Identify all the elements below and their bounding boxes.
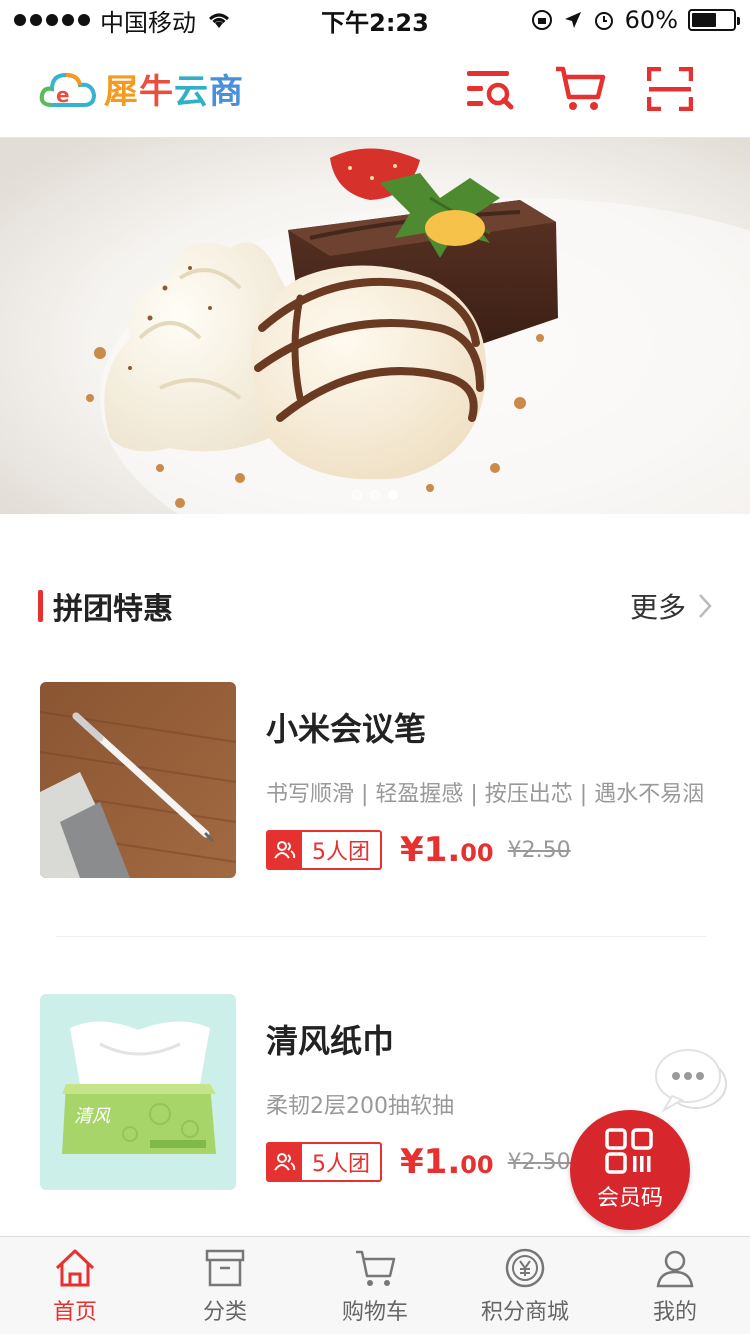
tab-profile[interactable]: 我的: [600, 1237, 750, 1334]
list-divider: [56, 936, 706, 937]
more-label: 更多: [629, 591, 686, 624]
original-price: ¥2.50: [507, 1149, 571, 1175]
logo-text: 犀牛云商: [104, 64, 244, 113]
logo-char: 牛: [139, 72, 174, 112]
sale-price: ¥1. 00: [400, 830, 494, 870]
tab-label: 积分商城: [480, 1299, 569, 1325]
carrier-label: 中国移动: [100, 8, 196, 37]
logo-char: 犀: [104, 72, 139, 112]
banner-carousel[interactable]: [0, 138, 750, 514]
wifi-icon: [209, 13, 229, 28]
app-logo: e 犀牛云商: [38, 64, 244, 113]
location-icon: [564, 12, 581, 28]
battery-percent: 60%: [624, 6, 678, 34]
product-info: 小米会议笔 书写顺滑 | 轻盈握感 | 按压出芯 | 遇水不易洇 5人团 ¥1.…: [266, 682, 712, 878]
battery-icon: [688, 9, 740, 31]
tab-cart[interactable]: 购物车: [300, 1237, 450, 1334]
price-dec: 00: [460, 1151, 494, 1179]
scan-button[interactable]: [644, 63, 696, 115]
logo-char: 云: [174, 72, 209, 112]
original-price: ¥2.50: [507, 837, 571, 863]
tab-category[interactable]: 分类: [150, 1237, 300, 1334]
price-row: 5人团 ¥1. 00 ¥2.50: [266, 830, 712, 870]
user-icon: [653, 1246, 697, 1290]
product-card[interactable]: 小米会议笔 书写顺滑 | 轻盈握感 | 按压出芯 | 遇水不易洇 5人团 ¥1.…: [40, 682, 712, 878]
dessert-banner-image: [0, 138, 750, 514]
tab-label: 我的: [652, 1299, 697, 1325]
carousel-dot[interactable]: [352, 490, 362, 500]
qr-code-icon: [605, 1128, 653, 1174]
member-code-label: 会员码: [596, 1186, 663, 1211]
alarm-icon: [594, 12, 613, 30]
title-accent-bar: [38, 590, 43, 622]
product-image: [40, 682, 236, 878]
section-title-text: 拼团特惠: [53, 592, 173, 627]
home-icon: [53, 1246, 97, 1290]
status-left: 中国移动: [14, 3, 232, 38]
product-name: 小米会议笔: [266, 710, 427, 748]
group-size-tag: 5人团: [266, 830, 382, 870]
chat-bubble-icon: [655, 1049, 727, 1113]
tab-points-mall[interactable]: 积分商城: [450, 1237, 600, 1334]
group-size-label: 5人团: [312, 1152, 370, 1177]
header-actions: [464, 63, 696, 115]
cart-icon: [556, 66, 606, 110]
product-name: 清风纸巾: [266, 1022, 395, 1060]
sale-price: ¥1. 00: [400, 1142, 494, 1182]
price-dec: 00: [460, 839, 494, 867]
group-users-icon: [268, 1144, 302, 1180]
carousel-dot-active[interactable]: [388, 490, 398, 500]
search-menu-button[interactable]: [464, 63, 516, 115]
price-int: ¥1.: [400, 1142, 461, 1182]
signal-icon: [14, 14, 90, 26]
member-code-button[interactable]: 会员码: [570, 1110, 690, 1230]
pen-photo: [40, 682, 236, 878]
price-int: ¥1.: [400, 830, 461, 870]
yen-coin-icon: [503, 1246, 547, 1290]
group-users-icon: [268, 832, 302, 868]
carousel-dot[interactable]: [370, 490, 380, 500]
carousel-indicator: [0, 490, 750, 500]
tab-label: 购物车: [341, 1299, 408, 1325]
product-image: 清风: [40, 994, 236, 1190]
tab-home[interactable]: 首页: [0, 1237, 150, 1334]
group-deals-header: 拼团特惠 更多: [38, 584, 712, 628]
logo-char: 商: [209, 72, 244, 112]
search-menu-icon: [467, 70, 514, 109]
tissue-photo: 清风: [40, 994, 236, 1190]
status-bar: 中国移动 下午2:23 60%: [0, 0, 750, 40]
svg-text:e: e: [56, 83, 70, 107]
svg-text:清风: 清风: [74, 1106, 111, 1127]
bottom-tab-bar: 首页 分类 购物车 积分商城 我的: [0, 1236, 750, 1334]
more-link[interactable]: 更多: [630, 586, 712, 626]
tab-label: 首页: [52, 1299, 97, 1325]
rotation-lock-icon: [531, 10, 552, 30]
box-icon: [203, 1246, 247, 1290]
scan-icon: [647, 66, 693, 111]
chevron-right-icon: [699, 594, 712, 618]
group-size-tag: 5人团: [266, 1142, 382, 1182]
product-desc: 书写顺滑 | 轻盈握感 | 按压出芯 | 遇水不易洇: [266, 782, 705, 807]
cloud-logo-icon: e: [39, 72, 97, 107]
chat-button[interactable]: [652, 1046, 732, 1116]
group-size-label: 5人团: [312, 840, 370, 865]
status-right: 60%: [531, 6, 740, 34]
section-title: 拼团特惠: [38, 584, 173, 628]
cart-button[interactable]: [554, 63, 606, 115]
cart-icon: [353, 1246, 397, 1290]
app-header: e 犀牛云商: [0, 40, 750, 138]
tab-label: 分类: [202, 1299, 247, 1325]
